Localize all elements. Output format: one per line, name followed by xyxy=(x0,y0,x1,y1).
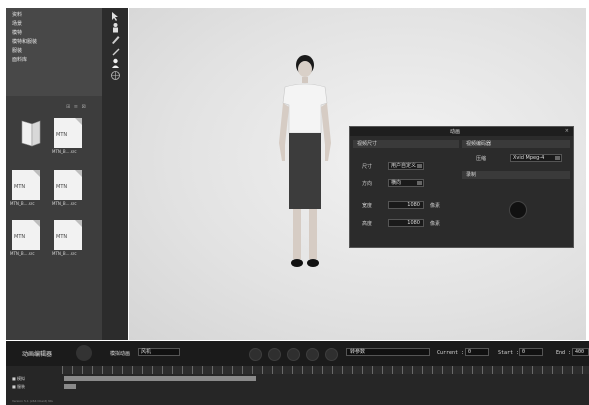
pause-icon[interactable] xyxy=(287,348,300,361)
nav-item-avatar-garment[interactable]: 模特和服装 xyxy=(12,39,37,45)
document-icon: MTN xyxy=(54,170,82,200)
anim-type-label: 模拟动画 xyxy=(110,351,131,357)
file-label: MTN_B....src xyxy=(10,251,35,256)
nav-item-avatar[interactable]: 模特 xyxy=(12,30,22,36)
section-record: 录制 xyxy=(462,171,570,179)
width-input[interactable]: 1080 xyxy=(388,201,424,209)
file-item[interactable]: MTN MTN_B....src xyxy=(52,220,86,256)
file-label: MTN_B....src xyxy=(52,201,77,206)
timeline-toolbar: 动画编辑器 模拟动画 风机 转参数 Current : 0 Start : 0 … xyxy=(6,341,589,366)
file-label: MTN_B....src xyxy=(52,251,77,256)
file-item[interactable]: MTN MTN_B....src xyxy=(52,118,86,154)
view-mode-toolbar[interactable]: ⊞ ≡ ⊠ xyxy=(66,104,87,110)
version-text: Version 5.1 (x64 Client) NG xyxy=(12,399,53,403)
close-icon[interactable]: × xyxy=(565,128,569,134)
3d-viewport[interactable]: 动画 × 视频尺寸 视频编码器 尺寸 用户自定义 方向 横向 宽度 1080 像… xyxy=(129,8,586,340)
animation-editor: 动画编辑器 模拟动画 风机 转参数 Current : 0 Start : 0 … xyxy=(6,341,589,405)
width-unit: 像素 xyxy=(430,203,441,209)
avatar-icon[interactable] xyxy=(110,22,121,33)
sphere-icon[interactable] xyxy=(110,70,121,81)
chevron-down-icon xyxy=(417,164,422,168)
track-bar-garment[interactable] xyxy=(64,384,76,389)
timeline-ruler[interactable] xyxy=(62,366,589,374)
chevron-down-icon xyxy=(555,156,560,160)
current-label: Current : xyxy=(437,350,465,356)
file-label: MTN_B....src xyxy=(10,201,35,206)
start-input[interactable]: 0 xyxy=(519,348,543,356)
record-button[interactable] xyxy=(509,201,527,219)
tool-strip xyxy=(102,8,128,340)
avatar-model[interactable] xyxy=(269,53,341,273)
camera-icon[interactable] xyxy=(76,345,92,361)
height-unit: 像素 xyxy=(430,221,441,227)
nav-item-garment[interactable]: 服装 xyxy=(12,48,22,54)
file-item[interactable]: MTN MTN_B....src xyxy=(10,220,44,256)
dialog-titlebar[interactable]: 动画 × xyxy=(350,127,573,136)
document-icon: MTN xyxy=(54,118,82,148)
orientation-dropdown[interactable]: 横向 xyxy=(388,179,424,187)
video-export-dialog: 动画 × 视频尺寸 视频编码器 尺寸 用户自定义 方向 横向 宽度 1080 像… xyxy=(349,126,574,248)
size-dropdown[interactable]: 用户自定义 xyxy=(388,162,424,170)
param-dropdown[interactable]: 转参数 xyxy=(346,348,430,356)
person-icon[interactable] xyxy=(110,58,121,69)
document-icon: MTN xyxy=(12,170,40,200)
nav-item-data[interactable]: 资料 xyxy=(12,12,22,18)
chevron-down-icon xyxy=(417,181,422,185)
encoder-label: 压缩 xyxy=(476,156,487,162)
end-input[interactable]: 400 xyxy=(572,348,589,356)
encoder-dropdown[interactable]: Xvid Mpeg-4 xyxy=(510,154,562,162)
end-label: End : xyxy=(556,350,572,356)
section-video-size: 视频尺寸 xyxy=(353,140,459,148)
file-item[interactable]: MTN MTN_B....src xyxy=(10,170,44,206)
record-icon[interactable] xyxy=(325,348,338,361)
nav-item-scene[interactable]: 场景 xyxy=(12,21,22,27)
nav-item-fabric[interactable]: 面料库 xyxy=(12,57,27,63)
file-label: MTN_B....src xyxy=(52,149,77,154)
library-panel: 资料 场景 模特 模特和服装 服装 面料库 ⊞ ≡ ⊠ MTN MTN_B...… xyxy=(6,8,102,340)
current-input[interactable]: 0 xyxy=(465,348,489,356)
document-icon: MTN xyxy=(54,220,82,250)
anim-type-dropdown[interactable]: 风机 xyxy=(138,348,180,356)
section-video-encoder: 视频编码器 xyxy=(462,140,570,148)
pen-icon[interactable] xyxy=(110,46,121,57)
stop-icon[interactable] xyxy=(306,348,319,361)
dialog-title: 动画 xyxy=(450,129,461,135)
height-label: 高度 xyxy=(362,221,373,227)
animation-editor-title: 动画编辑器 xyxy=(22,351,53,358)
size-label: 尺寸 xyxy=(362,164,373,170)
app-window: 资料 场景 模特 模特和服装 服装 面料库 ⊞ ≡ ⊠ MTN MTN_B...… xyxy=(0,0,589,405)
book-icon xyxy=(21,120,41,147)
track-label-simulation[interactable]: ■ 模拟 xyxy=(12,376,25,382)
document-icon: MTN xyxy=(12,220,40,250)
file-item[interactable] xyxy=(18,118,52,152)
library-nav-list: 资料 场景 模特 模特和服装 服装 面料库 xyxy=(6,8,102,96)
orientation-label: 方向 xyxy=(362,181,373,187)
track-label-garment[interactable]: ■ 服装 xyxy=(12,384,25,390)
ruler-ticks xyxy=(62,366,589,374)
width-label: 宽度 xyxy=(362,203,373,209)
brush-icon[interactable] xyxy=(110,34,121,45)
start-label: Start : xyxy=(498,350,520,356)
play-icon[interactable] xyxy=(268,348,281,361)
cursor-icon[interactable] xyxy=(110,11,121,22)
skip-back-icon[interactable] xyxy=(249,348,262,361)
track-bar-simulation[interactable] xyxy=(64,376,256,381)
file-item[interactable]: MTN MTN_B....src xyxy=(52,170,86,206)
height-input[interactable]: 1080 xyxy=(388,219,424,227)
